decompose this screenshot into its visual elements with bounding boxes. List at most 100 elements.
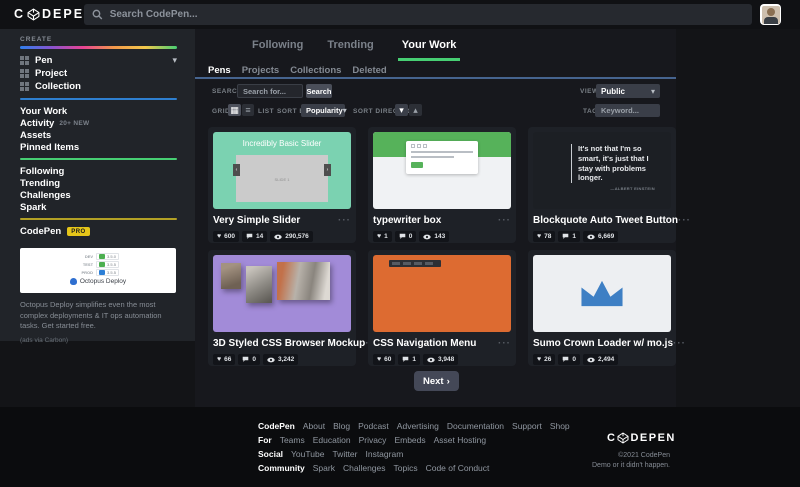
footer-link[interactable]: Support (512, 421, 542, 431)
loves-pill[interactable]: ♥ 60 (373, 354, 396, 365)
sidebar-item-following[interactable]: Following (20, 165, 195, 177)
pen-title[interactable]: typewriter box (373, 215, 441, 226)
tab-following[interactable]: Following (252, 39, 303, 61)
footer-link[interactable]: Privacy (359, 435, 387, 445)
next-page-button[interactable]: Next › (414, 371, 459, 391)
carbon-ad-text[interactable]: Octopus Deploy simplifies even the most … (20, 300, 170, 332)
list-view-button[interactable]: ≡ (242, 104, 254, 116)
ads-via-carbon-link[interactable]: (ads via Carbon) (20, 337, 195, 344)
comments-pill[interactable]: 0 (558, 354, 581, 365)
sidebar-item-pen[interactable]: Pen ▾ (20, 54, 195, 67)
subtab-collections[interactable]: Collections (290, 65, 341, 76)
pen-preview-blockquote[interactable]: It's not that I'm so smart, it's just th… (533, 132, 671, 209)
pen-menu-dots-icon[interactable]: ··· (338, 215, 351, 225)
cat-photo (246, 266, 272, 303)
views-pill[interactable]: 143 (419, 231, 450, 242)
grid-view-button[interactable]: ▦ (228, 104, 241, 116)
views-pill[interactable]: 6,669 (583, 231, 619, 242)
footer-link[interactable]: Documentation (447, 421, 504, 431)
footer-link[interactable]: Instagram (365, 449, 403, 459)
pen-title[interactable]: Sumo Crown Loader w/ mo.js (533, 338, 673, 349)
pen-preview-navigation-menu[interactable] (373, 255, 511, 332)
sidebar-item-project[interactable]: Project (20, 67, 195, 80)
pen-menu-dots-icon[interactable]: ··· (498, 215, 511, 225)
codepen-logo[interactable]: C DEPEN (14, 7, 95, 21)
sidebar-item-codepen-pro[interactable]: CodePen PRO (20, 226, 195, 237)
sidebar-item-challenges[interactable]: Challenges (20, 189, 195, 201)
subtab-deleted[interactable]: Deleted (352, 65, 386, 76)
footer-link[interactable]: Code of Conduct (426, 463, 490, 473)
footer-link[interactable]: YouTube (291, 449, 324, 459)
footer-link[interactable]: Asset Hosting (434, 435, 486, 445)
comments-pill[interactable]: 14 (242, 231, 268, 242)
footer-link[interactable]: Blog (333, 421, 350, 431)
sort-descending-button[interactable]: ▾ (395, 104, 408, 116)
pen-preview-typewriter-box[interactable] (373, 132, 511, 209)
pen-title[interactable]: 3D Styled CSS Browser Mockup (213, 338, 365, 349)
footer-link[interactable]: Spark (313, 463, 335, 473)
pen-title[interactable]: Blockquote Auto Tweet Button (533, 215, 678, 226)
sidebar-item-activity[interactable]: Activity 20+ NEW (20, 117, 195, 129)
loves-pill[interactable]: ♥ 26 (533, 354, 556, 365)
footer-link[interactable]: Teams (280, 435, 305, 445)
heart-icon: ♥ (537, 232, 542, 240)
footer-link[interactable]: Twitter (332, 449, 357, 459)
sidebar-item-label: Project (35, 68, 68, 79)
footer-link[interactable]: Podcast (358, 421, 389, 431)
footer-link[interactable]: Advertising (397, 421, 439, 431)
chevron-down-icon: ▾ (650, 86, 655, 96)
sidebar-item-your-work[interactable]: Your Work (20, 105, 195, 117)
pen-preview-very-simple-slider[interactable]: Incredibly Basic Slider SLIDE 1 ‹ › (213, 132, 351, 209)
footer-row-for: For Teams Education Privacy Embeds Asset… (258, 435, 570, 445)
pen-preview-crown-loader[interactable] (533, 255, 671, 332)
subtab-pens[interactable]: Pens (208, 65, 231, 76)
tab-trending[interactable]: Trending (327, 39, 373, 61)
footer-codepen-logo[interactable]: C DEPEN (607, 432, 676, 444)
footer-link[interactable]: About (303, 421, 325, 431)
carbon-ad-image[interactable]: DEV 3.5.0 TEST 3.5.5 PROD 3.5.5 Octopus … (20, 248, 176, 293)
eye-icon (267, 357, 275, 362)
user-avatar[interactable] (760, 4, 781, 25)
global-search[interactable] (84, 4, 752, 25)
footer-link[interactable]: Topics (394, 463, 418, 473)
loves-count: 78 (544, 233, 552, 240)
tag-keyword-input[interactable] (595, 104, 660, 117)
footer-link[interactable]: Challenges (343, 463, 386, 473)
footer-link[interactable]: Education (313, 435, 351, 445)
footer-link[interactable]: Embeds (394, 435, 425, 445)
sidebar-item-trending[interactable]: Trending (20, 177, 195, 189)
pen-menu-dots-icon[interactable]: ··· (678, 215, 691, 225)
views-pill[interactable]: 2,494 (583, 354, 619, 365)
views-pill[interactable]: 290,576 (270, 231, 313, 242)
pen-title[interactable]: CSS Navigation Menu (373, 338, 476, 349)
comments-pill[interactable]: 0 (394, 231, 417, 242)
subtab-projects[interactable]: Projects (242, 65, 280, 76)
sidebar-item-pinned-items[interactable]: Pinned Items (20, 141, 195, 153)
pen-search-input[interactable] (237, 84, 303, 98)
loves-pill[interactable]: ♥ 1 (373, 231, 392, 242)
tab-your-work[interactable]: Your Work (397, 39, 461, 61)
sort-by-dropdown[interactable]: Popularity ▾ (301, 104, 347, 117)
view-dropdown[interactable]: Public ▾ (596, 84, 660, 98)
pen-preview-browser-mockup[interactable] (213, 255, 351, 332)
ad-env-label: PROD (81, 269, 94, 275)
loves-pill[interactable]: ♥ 600 (213, 231, 240, 242)
search-input[interactable] (109, 9, 744, 20)
sidebar-item-collection[interactable]: Collection (20, 80, 195, 93)
comments-pill[interactable]: 1 (558, 231, 581, 242)
pen-menu-dots-icon[interactable]: ··· (673, 338, 686, 348)
sidebar-item-assets[interactable]: Assets (20, 129, 195, 141)
sidebar-item-spark[interactable]: Spark (20, 201, 195, 213)
views-pill[interactable]: 3,948 (423, 354, 459, 365)
pen-menu-dots-icon[interactable]: ··· (498, 338, 511, 348)
search-submit-button[interactable]: Search (306, 84, 332, 98)
chevron-down-icon[interactable]: ▾ (172, 55, 177, 66)
sort-ascending-button[interactable]: ▴ (409, 104, 422, 116)
footer-link[interactable]: Shop (550, 421, 570, 431)
loves-pill[interactable]: ♥ 66 (213, 354, 236, 365)
views-pill[interactable]: 3,242 (263, 354, 299, 365)
pen-title[interactable]: Very Simple Slider (213, 215, 300, 226)
comments-pill[interactable]: 0 (238, 354, 261, 365)
loves-pill[interactable]: ♥ 78 (533, 231, 556, 242)
comments-pill[interactable]: 1 (398, 354, 421, 365)
